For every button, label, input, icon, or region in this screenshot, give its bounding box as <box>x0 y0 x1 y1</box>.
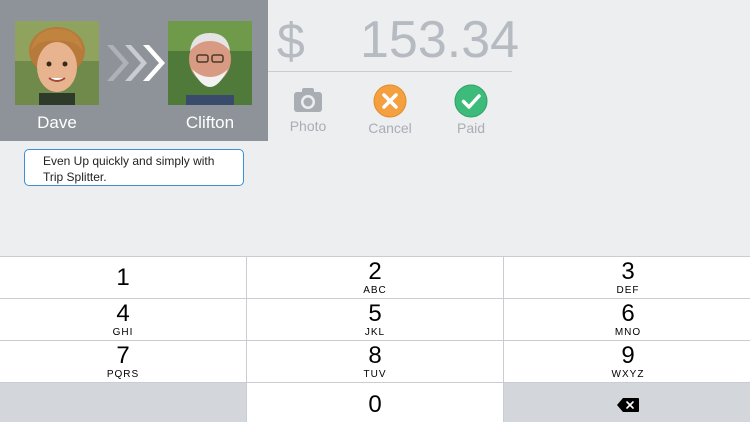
checkmark-icon <box>454 84 488 118</box>
key-letters: GHI <box>112 326 134 338</box>
close-icon <box>373 84 407 118</box>
paid-button[interactable]: Paid <box>436 84 506 136</box>
currency-symbol: $ <box>277 13 305 69</box>
cancel-label: Cancel <box>368 120 412 136</box>
payee[interactable]: Clifton <box>168 21 252 133</box>
key-letters: WXYZ <box>611 368 645 380</box>
camera-icon <box>294 88 322 112</box>
key-digit: 5 <box>368 299 382 327</box>
payer-name: Dave <box>37 113 77 132</box>
key-digit: 8 <box>368 341 382 369</box>
promo-tooltip: Even Up quickly and simply with Trip Spl… <box>24 149 244 186</box>
key-digit: 9 <box>621 341 635 369</box>
key-1[interactable]: 1 <box>0 257 246 298</box>
key-digit: 7 <box>116 341 130 369</box>
amount-value[interactable]: 153.34 <box>360 10 519 70</box>
key-5[interactable]: 5 JKL <box>247 299 503 340</box>
delete-key[interactable] <box>504 383 750 422</box>
cancel-button[interactable]: Cancel <box>355 84 425 136</box>
key-4[interactable]: 4 GHI <box>0 299 246 340</box>
key-2[interactable]: 2 ABC <box>247 257 503 298</box>
photo-button[interactable]: Photo <box>273 84 343 134</box>
key-digit: 4 <box>116 299 130 327</box>
payer[interactable]: Dave <box>15 21 99 133</box>
chevron-right-icon <box>107 45 165 81</box>
numeric-keypad: 1 2 ABC 3 DEF 4 GHI 5 JKL 6 MNO 7 PQRS 8… <box>0 256 750 422</box>
key-9[interactable]: 9 WXYZ <box>504 341 750 382</box>
amount-divider <box>268 71 512 72</box>
transfer-panel: Dave Clifton <box>0 0 268 141</box>
key-letters: ABC <box>363 284 387 296</box>
backspace-icon <box>617 397 639 412</box>
key-letters: MNO <box>614 326 642 338</box>
key-digit: 3 <box>621 257 635 285</box>
payee-name: Clifton <box>185 113 235 132</box>
key-7[interactable]: 7 PQRS <box>0 341 246 382</box>
key-digit: 6 <box>621 299 635 327</box>
key-3[interactable]: 3 DEF <box>504 257 750 298</box>
payer-avatar <box>15 21 99 105</box>
key-digit: 2 <box>368 257 382 285</box>
photo-label: Photo <box>289 118 327 134</box>
key-letters: PQRS <box>106 368 140 380</box>
key-letters: JKL <box>364 326 386 338</box>
key-6[interactable]: 6 MNO <box>504 299 750 340</box>
payee-avatar <box>168 21 252 105</box>
key-digit: 0 <box>368 390 382 418</box>
paid-label: Paid <box>456 120 486 136</box>
key-blank <box>0 383 246 422</box>
key-letters: TUV <box>363 368 387 380</box>
key-0[interactable]: 0 <box>247 383 503 422</box>
key-letters: DEF <box>616 284 640 296</box>
key-8[interactable]: 8 TUV <box>247 341 503 382</box>
key-digit: 1 <box>116 263 130 291</box>
